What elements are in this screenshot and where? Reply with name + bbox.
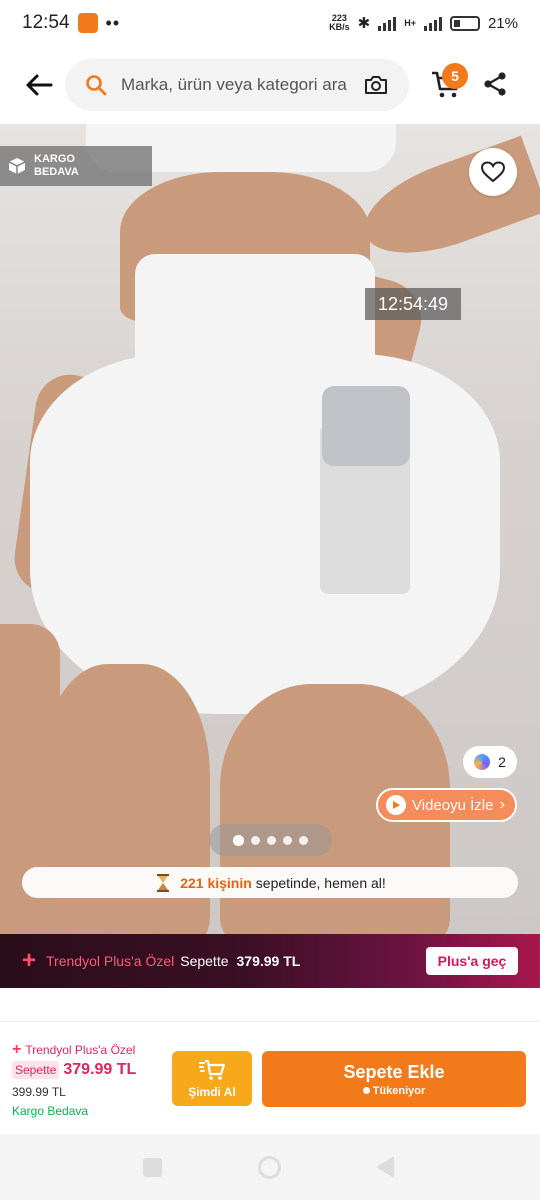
free-shipping-badge: KARGO BEDAVA — [0, 146, 152, 186]
purchase-bar: + Trendyol Plus'a Özel Sepette 379.99 TL… — [0, 1022, 540, 1134]
recents-button[interactable] — [143, 1158, 162, 1177]
network-speed: 223 KB/s — [329, 13, 350, 32]
search-bar[interactable]: Marka, ürün veya kategori ara — [65, 59, 409, 111]
page-dot-active — [233, 834, 244, 846]
color-swatch-icon — [474, 754, 491, 770]
cell-signal-icon — [423, 15, 442, 31]
plus-banner-price: 379.99 TL — [236, 953, 301, 969]
heart-icon — [481, 161, 505, 183]
more-notifications-icon: •• — [105, 12, 121, 33]
basket-price: Sepette 379.99 TL — [12, 1061, 136, 1079]
product-image-gallery[interactable]: KARGO BEDAVA 12:54:49 2 Videoyu İzle › 2… — [0, 124, 540, 934]
free-shipping-text: Kargo Bedava — [12, 1104, 89, 1118]
page-dot — [267, 835, 276, 845]
battery-icon — [449, 15, 480, 31]
share-icon[interactable] — [482, 71, 508, 97]
fast-cart-icon — [199, 1059, 225, 1080]
home-button[interactable] — [258, 1156, 281, 1179]
free-shipping-label: KARGO BEDAVA — [34, 153, 79, 178]
add-to-cart-label: Sepete Ekle — [343, 1061, 445, 1082]
package-icon — [8, 158, 26, 174]
camera-search-icon[interactable] — [363, 72, 389, 98]
chevron-right-icon: › — [499, 796, 505, 813]
bluetooth-icon: ✱ — [357, 15, 371, 32]
plus-icon: + — [22, 947, 37, 974]
search-placeholder: Marka, ürün veya kategori ara — [121, 75, 347, 94]
buy-now-button[interactable]: Şimdi Al — [172, 1051, 252, 1106]
plus-banner-basket-label: Sepette — [180, 953, 229, 969]
video-timestamp-overlay: 12:54:49 — [365, 288, 461, 320]
top-app-bar: Marka, ürün veya kategori ara 5 — [0, 46, 540, 124]
network-type: H+ — [404, 17, 416, 28]
stock-status: Tükeniyor — [362, 1085, 425, 1097]
page-dot — [283, 835, 292, 845]
original-price: 399.99 TL — [12, 1085, 66, 1099]
plus-price-label: + Trendyol Plus'a Özel — [12, 1041, 136, 1058]
buy-now-label: Şimdi Al — [188, 1084, 236, 1099]
add-to-cart-button[interactable]: Sepete Ekle Tükeniyor — [262, 1051, 526, 1107]
system-nav-bar — [0, 1134, 540, 1200]
play-icon — [386, 795, 406, 815]
basket-price-value: 379.99 TL — [63, 1061, 137, 1078]
wifi-signal-icon — [378, 15, 397, 31]
stock-dot-icon — [362, 1087, 370, 1094]
basket-price-label: Sepette — [12, 1061, 60, 1079]
cart-count-badge: 5 — [442, 63, 468, 89]
trendyol-notification-icon — [77, 13, 98, 33]
system-back-button[interactable] — [376, 1156, 394, 1178]
plus-banner-title: Trendyol Plus'a Özel — [46, 953, 175, 969]
back-arrow-icon[interactable] — [24, 70, 54, 100]
hourglass-icon — [157, 873, 170, 892]
plus-icon: + — [12, 1041, 22, 1058]
watch-video-label: Videoyu İzle — [412, 796, 494, 814]
page-dot — [251, 835, 260, 845]
watch-video-button[interactable]: Videoyu İzle › — [376, 788, 517, 822]
battery-level: 21% — [487, 14, 518, 32]
image-pagination — [209, 824, 332, 856]
join-plus-button[interactable]: Plus'a geç — [426, 947, 518, 975]
social-proof-text: sepetinde, hemen al! — [255, 874, 386, 891]
page-dot — [299, 835, 308, 845]
social-proof-banner: 221 kişinin sepetinde, hemen al! — [22, 867, 518, 898]
favorite-button[interactable] — [469, 148, 517, 196]
spacer — [0, 988, 540, 1022]
search-icon — [86, 75, 107, 96]
status-time: 12:54 — [22, 12, 70, 33]
plus-membership-banner[interactable]: + Trendyol Plus'a Özel Sepette 379.99 TL… — [0, 934, 540, 988]
social-proof-count: 221 kişinin — [180, 874, 252, 891]
color-count: 2 — [498, 754, 506, 770]
color-options-button[interactable]: 2 — [463, 746, 517, 778]
status-bar: 12:54 •• 223 KB/s ✱ H+ 21% — [0, 0, 540, 46]
